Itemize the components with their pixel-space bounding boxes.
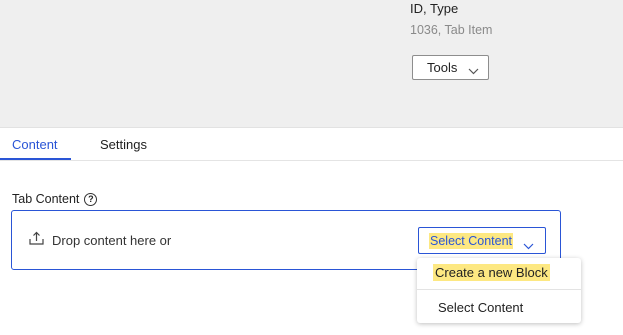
chevron-down-icon [468, 63, 479, 78]
active-tab-indicator [0, 158, 71, 160]
header-panel: ID, Type 1036, Tab Item Tools [0, 0, 623, 128]
chevron-down-icon [523, 237, 534, 255]
select-content-dropdown: Create a new Block Select Content [417, 258, 581, 323]
drop-zone-text: Drop content here or [52, 233, 172, 248]
dropdown-item-create-block[interactable]: Create a new Block [417, 258, 581, 290]
dropdown-item-label: Select Content [438, 300, 524, 315]
question-circle-icon[interactable]: ? [84, 192, 98, 206]
dropdown-item-select-content[interactable]: Select Content [417, 291, 581, 323]
tab-settings[interactable]: Settings [100, 137, 147, 152]
field-label-text: Tab Content [12, 192, 80, 206]
meta-value: 1036, Tab Item [410, 23, 493, 37]
select-content-button[interactable]: Select Content [418, 227, 546, 254]
tab-content[interactable]: Content [12, 137, 58, 152]
field-label: Tab Content ? [12, 192, 98, 206]
select-content-label: Select Content [429, 233, 513, 249]
meta-label: ID, Type [410, 1, 459, 16]
upload-icon [29, 231, 44, 250]
tools-button-label: Tools [427, 60, 458, 75]
tools-button[interactable]: Tools [412, 55, 489, 80]
dropdown-item-label: Create a new Block [433, 264, 550, 281]
tab-bar: Content Settings [0, 128, 623, 161]
